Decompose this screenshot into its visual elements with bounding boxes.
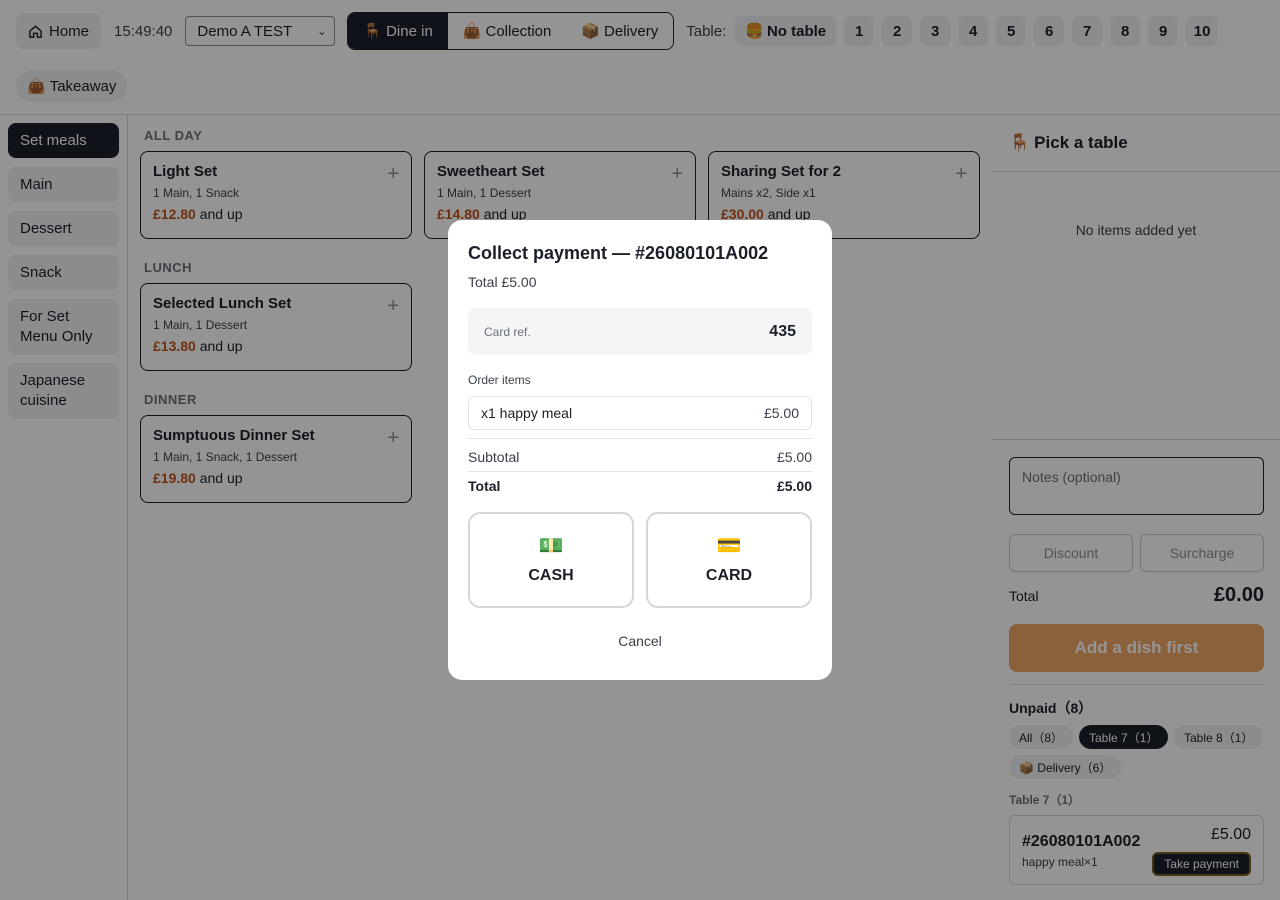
cash-icon: 💵 [538,535,564,557]
order-items-label: Order items [468,373,531,387]
card-ref-field[interactable]: Card ref. 435 [468,308,812,355]
modal-title: Collect payment — #26080101A002 [468,243,769,263]
subtotal-label: Subtotal [468,449,520,465]
cancel-button[interactable]: Cancel [448,633,832,649]
divider [468,438,812,439]
modal-total-label: Total [468,478,501,494]
card-label: CARD [705,567,753,584]
modal-total-subtitle: Total £5.00 [468,274,537,290]
credit-card-icon: 💳 [716,535,742,557]
collect-payment-modal: Collect payment — #26080101A002 Total £5… [448,220,832,680]
card-ref-value: 435 [769,322,796,340]
subtotal-value: £5.00 [776,449,812,465]
card-button[interactable]: 💳 CARD [646,512,812,608]
order-item-row: x1 happy meal £5.00 [468,396,812,430]
cash-label: CASH [528,567,574,584]
divider [468,471,812,472]
order-item-name: x1 happy meal [481,405,573,421]
card-ref-label: Card ref. [484,324,531,339]
modal-total-value: £5.00 [776,478,812,494]
cash-button[interactable]: 💵 CASH [468,512,634,608]
subtotal-row: Subtotal £5.00 [468,449,812,465]
modal-total-row: Total £5.00 [468,478,812,494]
order-item-amount: £5.00 [763,405,799,421]
